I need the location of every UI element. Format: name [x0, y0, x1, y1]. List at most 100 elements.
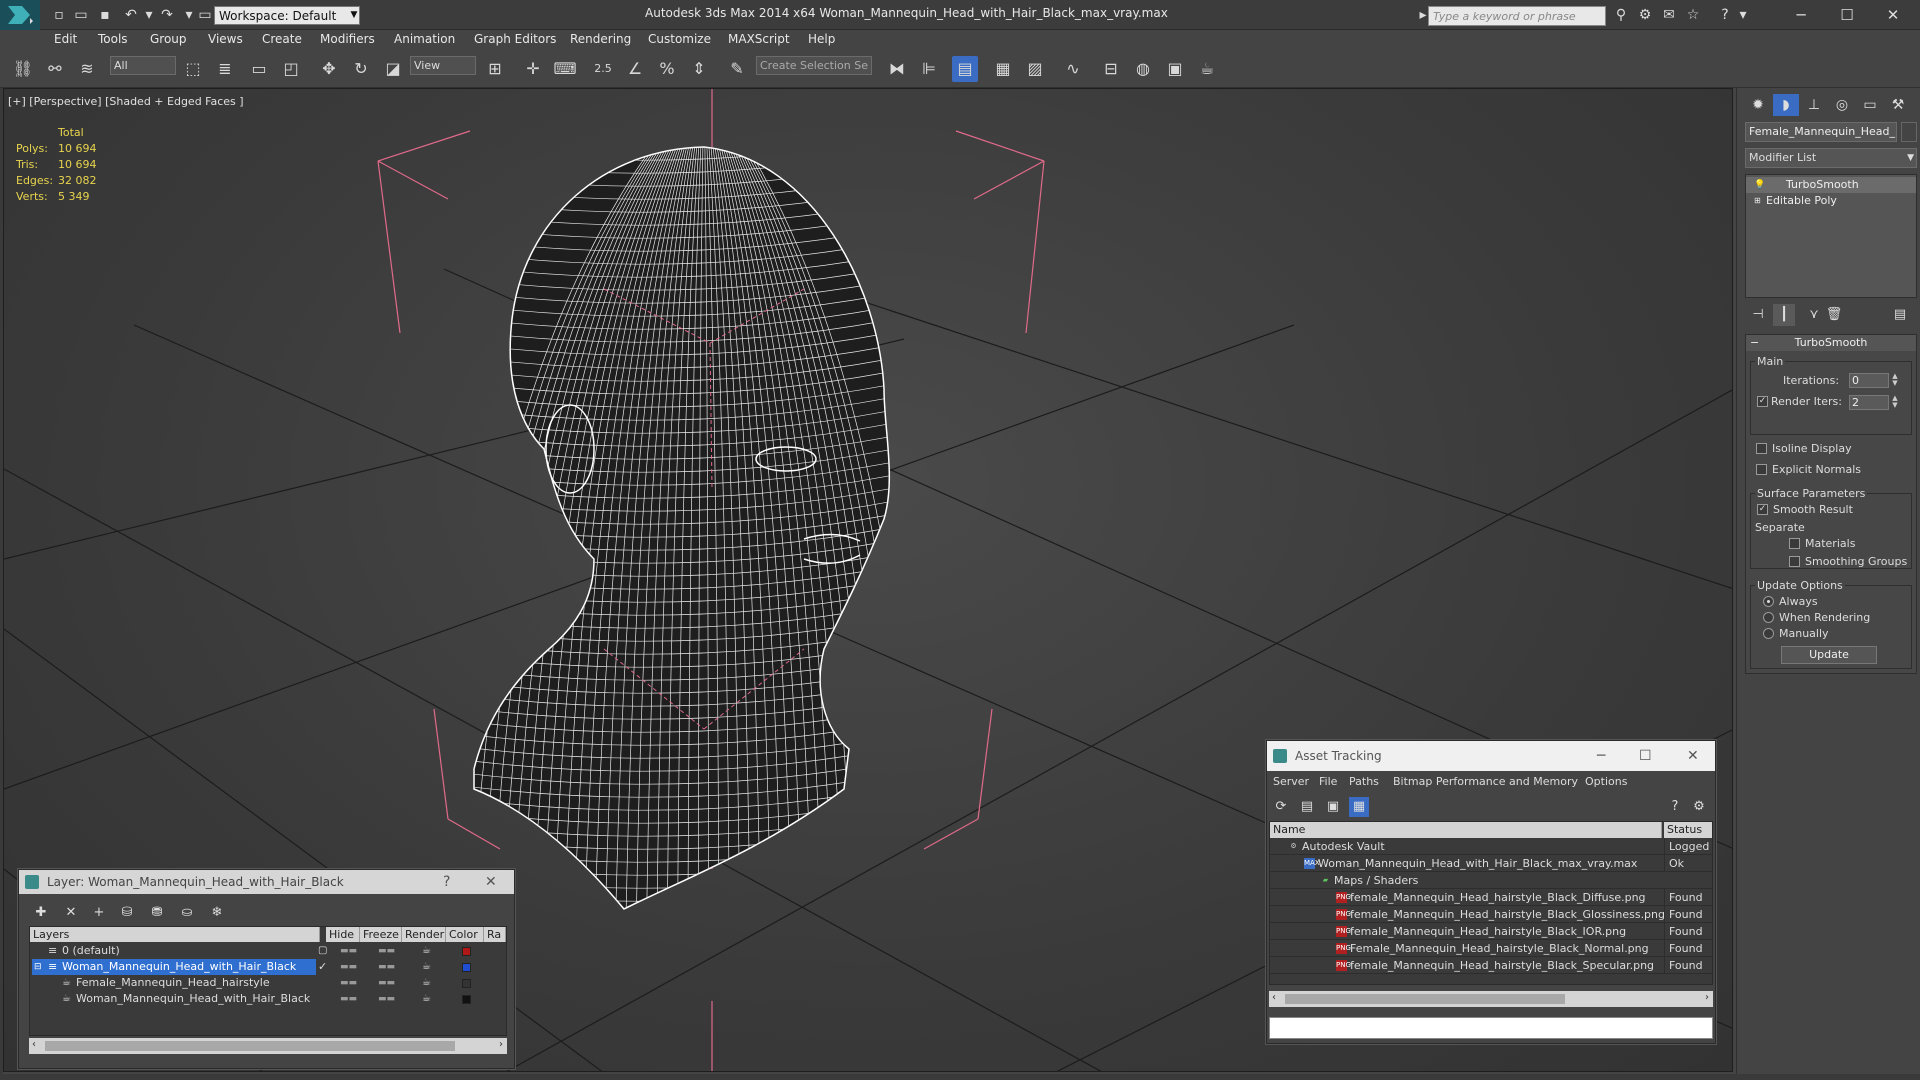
render-teapot-icon[interactable]: ☕ — [422, 975, 431, 991]
help-dropdown-icon[interactable]: ▾ — [1734, 6, 1752, 24]
manually-radio[interactable] — [1763, 628, 1774, 639]
asset-row[interactable]: PNG female_Mannequin_Head_hairstyle_Blac… — [1270, 923, 1712, 940]
render-iters-checkbox[interactable]: ✓ — [1757, 396, 1768, 407]
render-iters-spinner[interactable]: 2 — [1849, 395, 1889, 410]
link-icon[interactable]: ⛓ — [10, 56, 36, 82]
column-header[interactable]: Name — [1270, 822, 1662, 838]
asset-tracking-titlebar[interactable]: Asset Tracking ─ ☐ ✕ — [1267, 741, 1715, 771]
window-crossing-icon[interactable]: ◰ — [278, 56, 304, 82]
object-name-field[interactable]: Female_Mannequin_Head_ha — [1745, 122, 1897, 142]
unlink-icon[interactable]: ⚯ — [42, 56, 68, 82]
curve-editor-icon[interactable]: ∿ — [1060, 56, 1086, 82]
redo-icon[interactable]: ↷ — [158, 6, 176, 24]
menu-rendering[interactable]: Rendering — [570, 32, 631, 46]
layer-dialog-titlebar[interactable]: Layer: Woman_Mannequin_Head_with_Hair_Bl… — [19, 870, 514, 894]
lightbulb-icon[interactable]: 💡 — [1754, 177, 1765, 193]
layer-row[interactable]: ☕ Female_Mannequin_Head_hairstyle ▬▬ ▬▬ … — [30, 975, 506, 991]
list-view-icon[interactable]: ▤ — [1297, 797, 1317, 817]
menu-tools[interactable]: Tools — [98, 32, 128, 46]
align-icon[interactable]: ⊫ — [916, 56, 942, 82]
viewport-label[interactable]: [+] [Perspective] [Shaded + Edged Faces … — [8, 95, 244, 108]
object-color-swatch[interactable] — [1901, 122, 1917, 142]
scroll-left-icon[interactable]: ‹ — [32, 1039, 36, 1050]
menu-maxscript[interactable]: MAXScript — [728, 32, 790, 46]
create-tab-icon[interactable]: ✹ — [1745, 94, 1771, 116]
save-icon[interactable]: ▪ — [96, 6, 114, 24]
hide-toggle[interactable]: ▬▬ — [340, 991, 357, 1007]
smooth-result-checkbox[interactable]: ✓ — [1757, 504, 1768, 515]
thumbnail-view-icon[interactable]: ▣ — [1323, 797, 1343, 817]
utilities-tab-icon[interactable]: ⚒ — [1885, 94, 1911, 116]
asset-row[interactable]: PNG female_Mannequin_Head_hairstyle_Blac… — [1270, 906, 1712, 923]
selection-filter-dropdown[interactable]: All — [110, 56, 176, 75]
display-tab-icon[interactable]: ▭ — [1857, 94, 1883, 116]
favorites-star-icon[interactable]: ☆ — [1684, 6, 1702, 24]
angle-snap-icon[interactable]: ∠ — [622, 56, 648, 82]
modifier-list-dropdown[interactable]: Modifier List ▼ — [1745, 148, 1917, 168]
stack-item-editable-poly[interactable]: ⊞ Editable Poly — [1746, 193, 1916, 209]
pin-stack-icon[interactable]: ⊣ — [1747, 304, 1769, 326]
configure-modifier-sets-icon[interactable]: ▤ — [1889, 304, 1911, 326]
hide-unhide-all-icon[interactable]: ⛀ — [177, 904, 197, 922]
scrollbar-thumb[interactable] — [1285, 994, 1565, 1004]
smoothing-groups-checkbox[interactable] — [1789, 556, 1800, 567]
close-button[interactable]: ✕ — [1870, 2, 1916, 28]
menu-server[interactable]: Server — [1273, 775, 1309, 788]
select-by-name-icon[interactable]: ≣ — [212, 56, 238, 82]
create-new-layer-icon[interactable]: ✚ — [31, 904, 51, 922]
column-header[interactable]: Hide — [326, 927, 360, 942]
freeze-toggle[interactable]: ▬▬ — [378, 943, 395, 959]
new-file-icon[interactable]: ▫ — [50, 6, 68, 24]
collapse-minus-icon[interactable]: ⊟ — [34, 959, 42, 975]
hide-toggle[interactable]: ▬▬ — [340, 959, 357, 975]
asset-row[interactable]: MAX Woman_Mannequin_Head_with_Hair_Black… — [1270, 855, 1712, 872]
bind-space-warp-icon[interactable]: ≋ — [74, 56, 100, 82]
menu-options[interactable]: Options — [1585, 775, 1627, 788]
isoline-display-checkbox[interactable] — [1756, 443, 1767, 454]
named-selection-set-dropdown[interactable]: Create Selection Se — [756, 56, 872, 75]
graphite-ribbon-icon[interactable]: ▨ — [1022, 56, 1048, 82]
project-folder-icon[interactable]: ▭ — [196, 6, 214, 24]
render-teapot-icon[interactable]: ☕ — [422, 959, 431, 975]
close-button[interactable]: ✕ — [1687, 744, 1699, 768]
menu-bitmap-performance[interactable]: Bitmap Performance and Memory — [1393, 775, 1578, 788]
options-icon[interactable]: ⚙ — [1689, 797, 1709, 817]
freeze-toggle[interactable]: ▬▬ — [378, 959, 395, 975]
select-manipulate-icon[interactable]: ✛ — [520, 56, 546, 82]
material-editor-icon[interactable]: ◍ — [1130, 56, 1156, 82]
column-header[interactable]: Freeze — [360, 927, 402, 942]
maximize-button[interactable]: ☐ — [1639, 744, 1652, 768]
pivot-center-icon[interactable]: ⊞ — [482, 56, 508, 82]
remove-modifier-icon[interactable]: 🗑 — [1823, 304, 1845, 326]
undo-icon[interactable]: ↶ — [122, 6, 140, 24]
scale-icon[interactable]: ◪ — [380, 56, 406, 82]
column-header[interactable]: Color — [446, 927, 484, 942]
help-icon[interactable]: ? — [1665, 797, 1685, 817]
snaps-toggle-icon[interactable]: 2.5 — [590, 56, 616, 82]
current-layer-box-icon[interactable]: ▢ — [318, 943, 327, 959]
reference-coordinate-dropdown[interactable]: View — [410, 56, 476, 75]
render-teapot-icon[interactable]: ☕ — [422, 943, 431, 959]
mirror-icon[interactable]: ⧓ — [884, 56, 910, 82]
highlight-selected-layer-icon[interactable]: ⛃ — [147, 904, 167, 922]
make-unique-icon[interactable]: ⋎ — [1803, 304, 1825, 326]
toggle-scene-explorer-icon[interactable]: ▤ — [952, 56, 978, 82]
scroll-left-icon[interactable]: ‹ — [1272, 992, 1276, 1003]
layer-color-swatch[interactable] — [462, 995, 471, 1004]
motion-tab-icon[interactable]: ◎ — [1829, 94, 1855, 116]
column-header[interactable]: Render — [402, 927, 446, 942]
chevron-down-icon[interactable]: ▼ — [348, 6, 360, 25]
menu-modifiers[interactable]: Modifiers — [320, 32, 375, 46]
maximize-button[interactable]: ☐ — [1824, 2, 1870, 28]
layer-row[interactable]: ≡ 0 (default) ▢ ▬▬ ▬▬ ☕ — [30, 943, 506, 959]
modify-tab-icon[interactable]: ◗ — [1773, 94, 1799, 116]
scroll-right-icon[interactable]: › — [499, 1039, 503, 1050]
spinner-arrows-icon[interactable]: ▲ ▼ — [1891, 373, 1899, 388]
layer-row[interactable]: ⊟ ≡ Woman_Mannequin_Head_with_Hair_Black… — [30, 959, 506, 975]
layer-color-swatch[interactable] — [462, 963, 471, 972]
show-end-result-icon[interactable]: ┃ — [1773, 304, 1795, 326]
search-input[interactable]: Type a keyword or phrase — [1428, 6, 1606, 26]
menu-group[interactable]: Group — [150, 32, 187, 46]
hierarchy-tab-icon[interactable]: ⊥ — [1801, 94, 1827, 116]
menu-views[interactable]: Views — [208, 32, 243, 46]
